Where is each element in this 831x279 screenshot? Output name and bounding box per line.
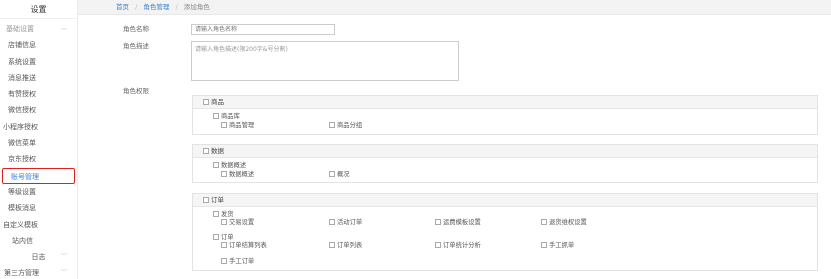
checkbox-label: 交易设置	[229, 219, 255, 226]
permission-sub-product-library[interactable]: 商品库	[213, 111, 240, 120]
breadcrumb-separator: /	[175, 3, 178, 11]
checkbox-label: 活动订单	[337, 219, 363, 226]
permission-sub-data-overview[interactable]: 数据概述	[213, 160, 246, 169]
checkbox-label: 数据概述	[229, 171, 255, 178]
checkbox[interactable]	[541, 242, 547, 248]
permission-item[interactable]: 手工抓单	[541, 240, 574, 249]
sidebar-title: 设置	[0, 0, 77, 19]
sidebar-group-label: 日志	[31, 253, 46, 262]
permission-group-order[interactable]: 订单	[193, 194, 817, 207]
checkbox[interactable]	[213, 211, 219, 217]
sidebar-item-template-message[interactable]: 模板消息	[0, 200, 77, 216]
checkbox[interactable]	[329, 219, 335, 225]
checkbox-label: 退货维权设置	[549, 219, 587, 226]
checkbox[interactable]	[221, 122, 227, 128]
sidebar-item-account-management[interactable]: 账号管理	[2, 167, 75, 184]
breadcrumb-current: 添加角色	[183, 3, 210, 11]
permission-item[interactable]: 商品分组	[329, 120, 362, 129]
sidebar: 设置 基础设置 ︿ 店铺信息 系统设置 消息推送 有赞授权 微信授权 小程序授权…	[0, 0, 78, 279]
permission-item[interactable]: 商品管理	[221, 120, 254, 129]
checkbox-label: 订单结算列表	[229, 242, 267, 249]
permission-group-data[interactable]: 数据	[193, 145, 817, 158]
permission-item[interactable]: 交易设置	[221, 217, 254, 226]
checkbox[interactable]	[329, 242, 335, 248]
checkbox[interactable]	[213, 234, 219, 240]
permission-group-product[interactable]: 商品	[193, 96, 817, 109]
checkbox[interactable]	[329, 122, 335, 128]
permission-item[interactable]: 订单列表	[329, 240, 362, 249]
permission-panel-order: 订单 发货 交易设置 活动订单 运费模板设置 退货维权设置 订单 订单结算列表 …	[192, 193, 818, 271]
checkbox[interactable]	[221, 219, 227, 225]
checkbox-label: 手工抓单	[549, 242, 575, 249]
role-permission-label: 角色权限	[123, 87, 149, 95]
permission-item[interactable]: 运费模板设置	[435, 217, 481, 226]
checkbox-label: 手工订单	[229, 258, 255, 265]
role-desc-placeholder: 请输入角色描述(限200字&号分割)	[195, 46, 288, 53]
sidebar-item-custom-template[interactable]: 自定义模板	[0, 217, 77, 233]
breadcrumb-separator: /	[135, 3, 138, 11]
chevron-down-icon: ﹀	[60, 269, 67, 277]
sidebar-group-third[interactable]: 第三方管理 ﹀	[0, 265, 77, 279]
permission-item[interactable]: 手工订单	[221, 256, 254, 265]
checkbox[interactable]	[203, 148, 209, 154]
role-name-input[interactable]	[191, 24, 335, 35]
checkbox-label: 订单统计分析	[443, 242, 481, 249]
permission-item[interactable]: 活动订单	[329, 217, 362, 226]
permission-item[interactable]: 数据概述	[221, 169, 254, 178]
role-name-label: 角色名称	[123, 25, 149, 33]
breadcrumb-role-management-link[interactable]: 角色管理	[143, 3, 169, 11]
sidebar-item-youzan-auth[interactable]: 有赞授权	[0, 86, 77, 102]
permission-item[interactable]: 退货维权设置	[541, 217, 587, 226]
checkbox-label: 商品	[211, 98, 224, 106]
checkbox[interactable]	[203, 197, 209, 203]
checkbox-label: 数据	[211, 147, 224, 155]
sidebar-group-label: 第三方管理	[4, 269, 39, 278]
sidebar-item-mini-program-auth[interactable]: 小程序授权	[0, 119, 77, 135]
permission-item[interactable]: 订单结算列表	[221, 240, 267, 249]
breadcrumb-home-link[interactable]: 首页	[116, 3, 129, 11]
sidebar-item-jd-auth[interactable]: 京东授权	[0, 151, 77, 167]
checkbox[interactable]	[221, 258, 227, 264]
sidebar-item-system-settings[interactable]: 系统设置	[0, 54, 77, 70]
checkbox-label: 订单	[211, 196, 224, 204]
sidebar-item-level-settings[interactable]: 等级设置	[0, 184, 77, 200]
sidebar-item-store-info[interactable]: 店铺信息	[0, 37, 77, 53]
chevron-down-icon: ﹀	[60, 253, 67, 261]
chevron-up-icon: ︿	[60, 25, 67, 32]
checkbox[interactable]	[221, 242, 227, 248]
checkbox-label: 运费模板设置	[443, 219, 481, 226]
checkbox[interactable]	[435, 219, 441, 225]
permission-panel-product: 商品 商品库 商品管理 商品分组	[192, 95, 818, 135]
sidebar-group-basic[interactable]: 基础设置 ︿	[0, 21, 77, 37]
checkbox-label: 订单列表	[337, 242, 363, 249]
checkbox-label: 概况	[337, 171, 350, 178]
checkbox[interactable]	[203, 99, 209, 105]
permission-item[interactable]: 概况	[329, 169, 350, 178]
breadcrumb: 首页 / 角色管理 / 添加角色	[78, 0, 831, 15]
checkbox-label: 数据概述	[221, 162, 247, 169]
sidebar-item-site-message[interactable]: 站内信	[0, 233, 77, 249]
sidebar-item-message-push[interactable]: 消息推送	[0, 70, 77, 86]
checkbox[interactable]	[541, 219, 547, 225]
role-desc-label: 角色描述	[123, 42, 149, 50]
checkbox[interactable]	[213, 162, 219, 168]
sidebar-item-wechat-menu[interactable]: 微信菜单	[0, 135, 77, 151]
checkbox[interactable]	[435, 242, 441, 248]
checkbox-label: 商品库	[221, 113, 240, 120]
checkbox-label: 商品管理	[229, 122, 255, 129]
role-desc-textarea[interactable]: 请输入角色描述(限200字&号分割)	[191, 41, 459, 81]
sidebar-group-label: 基础设置	[6, 25, 34, 33]
sidebar-item-wechat-auth[interactable]: 微信授权	[0, 102, 77, 118]
checkbox[interactable]	[213, 113, 219, 119]
checkbox[interactable]	[221, 171, 227, 177]
permission-item[interactable]: 订单统计分析	[435, 240, 481, 249]
checkbox-label: 商品分组	[337, 122, 363, 129]
checkbox[interactable]	[329, 171, 335, 177]
sidebar-group-log[interactable]: 日志 ﹀	[0, 249, 77, 265]
permission-panel-data: 数据 数据概述 数据概述 概况	[192, 144, 818, 183]
